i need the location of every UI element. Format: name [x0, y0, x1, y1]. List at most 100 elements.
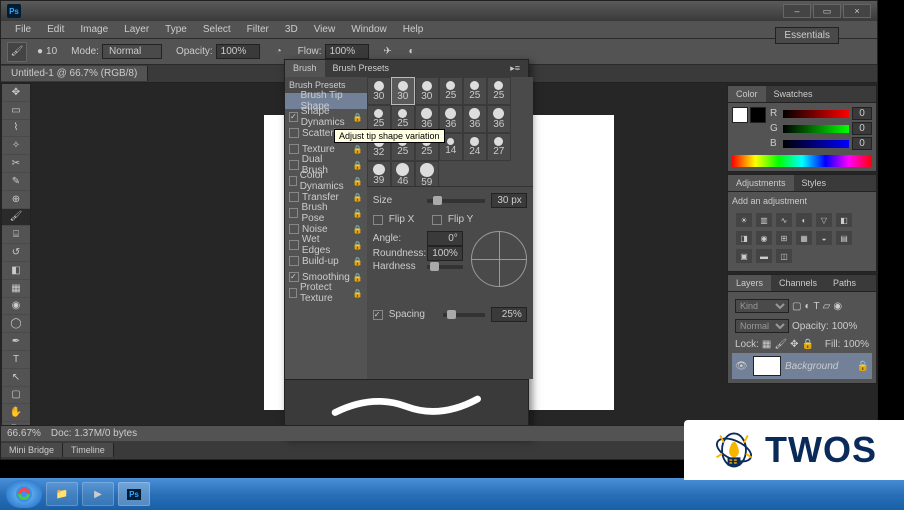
- move-tool[interactable]: ✥: [2, 84, 30, 102]
- fill-value[interactable]: 100%: [843, 339, 869, 350]
- brush-preset[interactable]: 25: [463, 77, 487, 105]
- wand-tool[interactable]: ✧: [2, 137, 30, 155]
- brush-option-protect-texture[interactable]: Protect Texture🔒: [285, 285, 367, 301]
- spacing-value[interactable]: 25%: [491, 307, 527, 322]
- menu-type[interactable]: Type: [157, 22, 195, 37]
- r-slider[interactable]: [783, 110, 849, 118]
- layer-visibility-icon[interactable]: 👁: [735, 361, 749, 372]
- checkbox[interactable]: [289, 224, 299, 234]
- brush-tool-icon[interactable]: 🖌: [7, 42, 27, 62]
- lock-trans-icon[interactable]: ▦: [762, 339, 771, 350]
- spacing-slider[interactable]: [443, 313, 485, 317]
- zoom-value[interactable]: 66.67%: [7, 428, 41, 439]
- healing-tool[interactable]: ⊕: [2, 191, 30, 209]
- brush-option-color-dynamics[interactable]: Color Dynamics🔒: [285, 173, 367, 189]
- g-slider[interactable]: [783, 125, 849, 133]
- checkbox[interactable]: [289, 112, 298, 122]
- hardness-slider[interactable]: [427, 265, 463, 269]
- b-slider[interactable]: [783, 140, 849, 148]
- adj-hue-icon[interactable]: ◧: [836, 213, 852, 227]
- menu-window[interactable]: Window: [343, 22, 395, 37]
- brush-tool[interactable]: 🖌: [2, 209, 30, 227]
- type-tool[interactable]: T: [2, 351, 30, 369]
- brush-preset[interactable]: 25: [439, 77, 463, 105]
- menu-image[interactable]: Image: [72, 22, 116, 37]
- brush-preset[interactable]: 39: [367, 161, 391, 187]
- r-value[interactable]: 0: [852, 107, 872, 120]
- airbrush-icon[interactable]: ✈: [379, 43, 397, 61]
- tab-swatches[interactable]: Swatches: [766, 86, 821, 102]
- eyedropper-tool[interactable]: ✎: [2, 173, 30, 191]
- adj-brightness-icon[interactable]: ☀: [736, 213, 752, 227]
- angle-value[interactable]: 0°: [427, 231, 463, 246]
- b-value[interactable]: 0: [852, 137, 872, 150]
- gradient-tool[interactable]: ▦: [2, 280, 30, 298]
- checkbox[interactable]: [289, 144, 299, 154]
- brush-size-preview[interactable]: ●: [37, 46, 43, 57]
- adj-curves-icon[interactable]: ∿: [776, 213, 792, 227]
- flow-input[interactable]: 100%: [325, 44, 369, 59]
- eraser-tool[interactable]: ◧: [2, 262, 30, 280]
- tab-adjustments[interactable]: Adjustments: [728, 175, 794, 191]
- blur-tool[interactable]: ◉: [2, 298, 30, 316]
- brush-preset[interactable]: 25: [487, 77, 511, 105]
- brush-preset[interactable]: 30: [391, 77, 415, 105]
- checkbox[interactable]: [289, 256, 299, 266]
- taskbar-media-icon[interactable]: ▶: [82, 482, 114, 506]
- brush-preset[interactable]: 36: [487, 105, 511, 133]
- mode-select[interactable]: Normal: [102, 44, 162, 59]
- history-brush-tool[interactable]: ↺: [2, 244, 30, 262]
- tab-brush-presets[interactable]: Brush Presets: [325, 60, 398, 77]
- tab-color[interactable]: Color: [728, 86, 766, 102]
- brush-preset[interactable]: 30: [415, 77, 439, 105]
- layer-thumbnail[interactable]: [753, 356, 781, 376]
- brush-option-build-up[interactable]: Build-up🔒: [285, 253, 367, 269]
- hand-tool[interactable]: ✋: [2, 404, 30, 422]
- flipx-checkbox[interactable]: [373, 215, 383, 225]
- brush-preset[interactable]: 30: [367, 77, 391, 105]
- flipy-checkbox[interactable]: [432, 215, 442, 225]
- path-tool[interactable]: ↖: [2, 369, 30, 387]
- checkbox[interactable]: [289, 128, 299, 138]
- adj-exposure-icon[interactable]: ◐: [796, 213, 812, 227]
- lasso-tool[interactable]: ⌇: [2, 120, 30, 138]
- adj-levels-icon[interactable]: ▥: [756, 213, 772, 227]
- layer-kind-filter[interactable]: Kind: [735, 299, 789, 313]
- adj-gradientmap-icon[interactable]: ▬: [756, 249, 772, 263]
- checkbox[interactable]: [289, 272, 299, 282]
- angle-control[interactable]: [471, 231, 527, 287]
- menu-layer[interactable]: Layer: [116, 22, 157, 37]
- shape-tool[interactable]: ▢: [2, 387, 30, 405]
- tab-mini-bridge[interactable]: Mini Bridge: [1, 443, 63, 457]
- document-tab[interactable]: Untitled-1 @ 66.7% (RGB/8): [1, 66, 148, 81]
- tab-timeline[interactable]: Timeline: [63, 443, 114, 457]
- size-slider[interactable]: [427, 199, 485, 203]
- workspace-switcher[interactable]: Essentials: [775, 27, 839, 44]
- crop-tool[interactable]: ✂: [2, 155, 30, 173]
- checkbox[interactable]: [289, 176, 297, 186]
- checkbox[interactable]: [289, 192, 299, 202]
- checkbox[interactable]: [289, 160, 299, 170]
- taskbar-explorer-icon[interactable]: 📁: [46, 482, 78, 506]
- layer-name[interactable]: Background: [785, 361, 838, 372]
- brush-option-wet-edges[interactable]: Wet Edges🔒: [285, 237, 367, 253]
- adj-selective-icon[interactable]: ◫: [776, 249, 792, 263]
- menu-help[interactable]: Help: [395, 22, 432, 37]
- lock-pixels-icon[interactable]: 🖌: [774, 339, 787, 350]
- doc-info[interactable]: Doc: 1.37M/0 bytes: [51, 428, 137, 439]
- size-pressure-icon[interactable]: ◐: [403, 43, 421, 61]
- brush-option-brush-pose[interactable]: Brush Pose🔒: [285, 205, 367, 221]
- tab-channels[interactable]: Channels: [771, 275, 825, 291]
- adj-photo-filter-icon[interactable]: ◉: [756, 231, 772, 245]
- spacing-checkbox[interactable]: [373, 310, 383, 320]
- brush-preset[interactable]: 24: [463, 133, 487, 161]
- adj-colorlookup-icon[interactable]: ▦: [796, 231, 812, 245]
- menu-select[interactable]: Select: [195, 22, 239, 37]
- tab-styles[interactable]: Styles: [794, 175, 835, 191]
- stamp-tool[interactable]: ⌸: [2, 226, 30, 244]
- menu-file[interactable]: File: [7, 22, 39, 37]
- filter-type-icon[interactable]: T: [814, 301, 820, 312]
- brush-size-value[interactable]: 10: [46, 46, 57, 57]
- adj-channel-mixer-icon[interactable]: ⊞: [776, 231, 792, 245]
- menu-edit[interactable]: Edit: [39, 22, 72, 37]
